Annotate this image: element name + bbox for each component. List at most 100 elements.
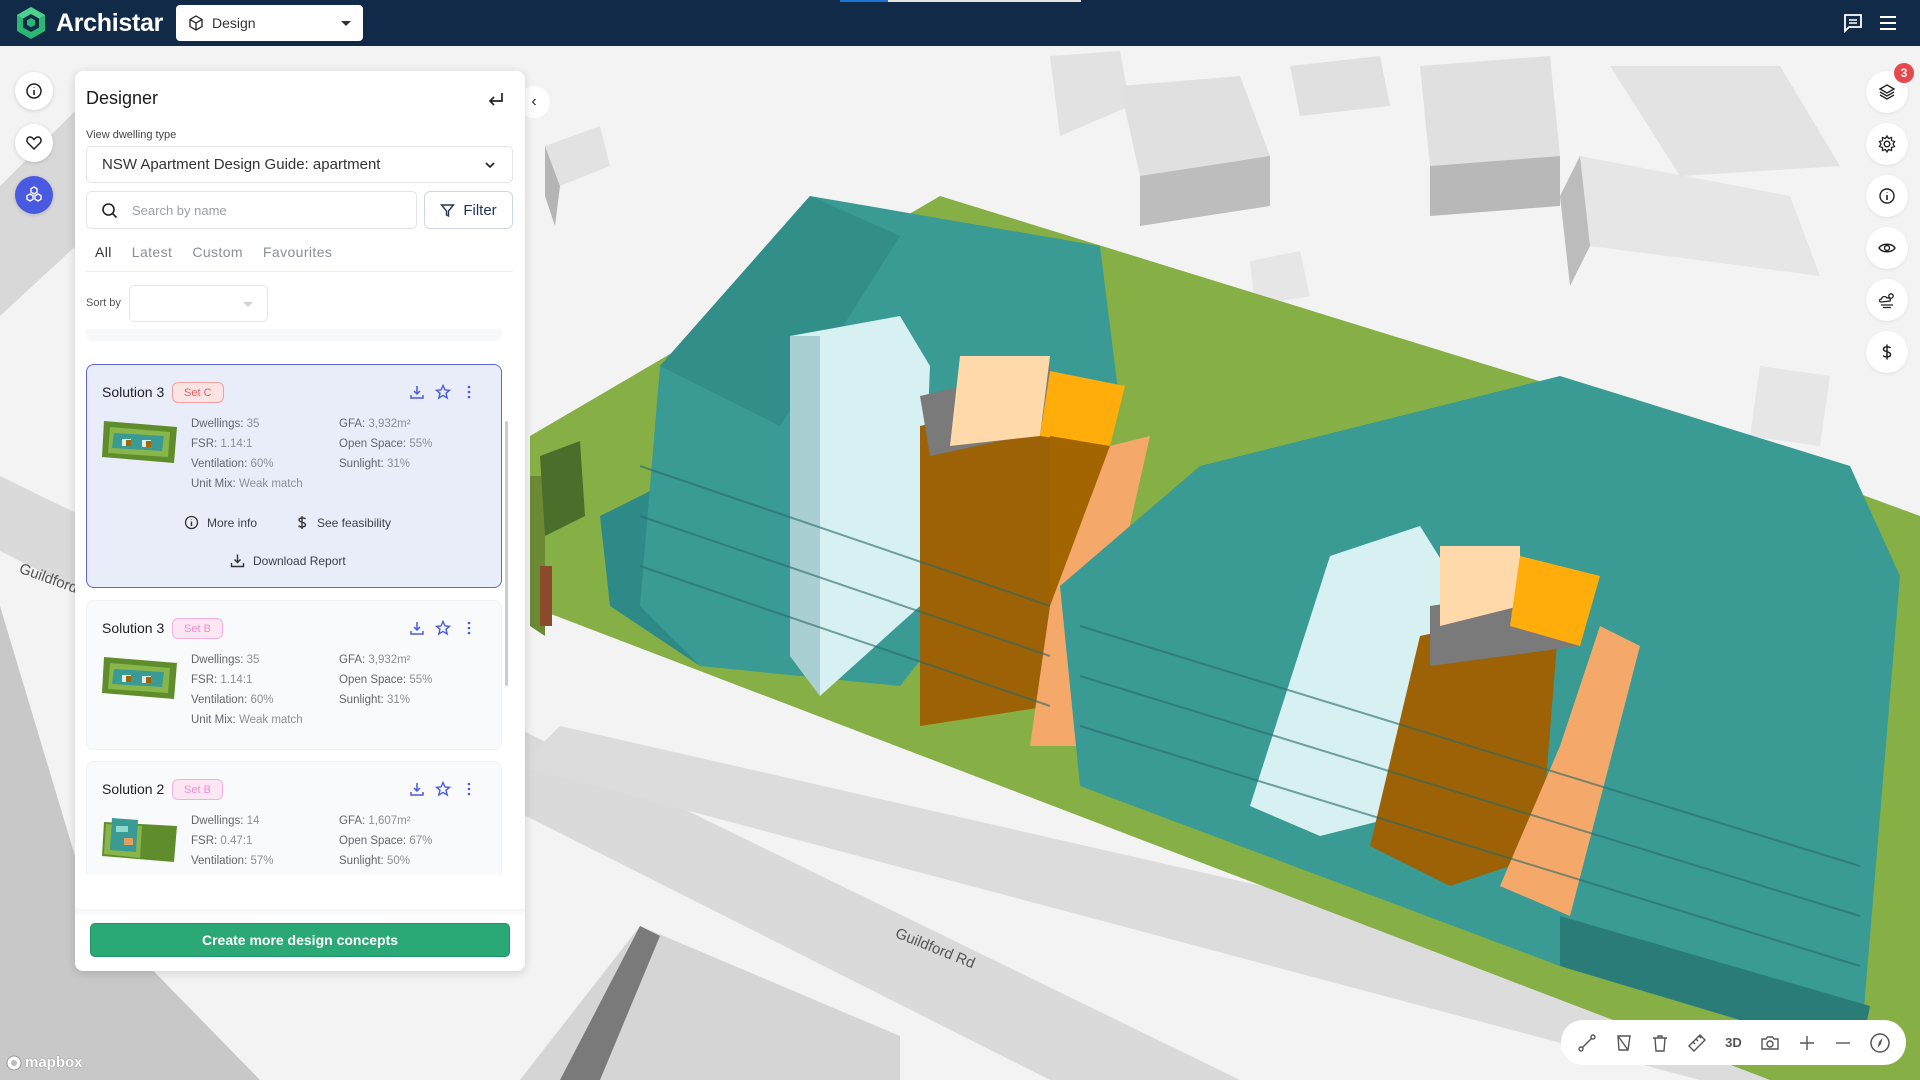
feasibility-button[interactable] — [1866, 331, 1908, 373]
ventilation-stat: Ventilation: 57% — [191, 855, 274, 867]
dollar-icon — [1882, 344, 1892, 360]
previous-card-edge — [86, 329, 502, 341]
star-icon[interactable] — [435, 620, 451, 636]
dwellings-stat: Dwellings: 14 — [191, 815, 260, 827]
mapbox-attribution[interactable]: mapbox — [6, 1054, 83, 1071]
dwelling-type-dropdown[interactable]: NSW Apartment Design Guide: apartment — [86, 146, 513, 183]
chat-icon[interactable] — [1842, 12, 1864, 34]
sort-dropdown[interactable] — [129, 285, 268, 322]
zoom-out-button[interactable] — [1830, 1030, 1856, 1056]
settings-button[interactable] — [1866, 123, 1908, 165]
fsr-stat: FSR: 1.14:1 — [191, 674, 253, 686]
more-info-link[interactable]: More info — [184, 515, 257, 530]
measure-button[interactable] — [1684, 1030, 1710, 1056]
sunlight-stat: Sunlight: 31% — [339, 458, 410, 470]
filter-label: Filter — [463, 201, 497, 219]
map-toolbar: 3D — [1561, 1020, 1906, 1065]
weather-button[interactable] — [1866, 279, 1908, 321]
solution-card[interactable]: Solution 2 Set B Dwellings: 14 FSR: 0.47… — [86, 761, 502, 875]
polygon-tool-icon — [1617, 1034, 1631, 1051]
solution-card[interactable]: Solution 3 Set C Dwellings: 35 FSR: 1.14… — [86, 364, 502, 588]
search-input[interactable] — [132, 202, 402, 218]
mode-dropdown[interactable]: Design — [176, 5, 363, 41]
favourites-rail-button[interactable] — [15, 124, 53, 162]
compass-icon — [1869, 1032, 1890, 1053]
set-badge: Set B — [172, 618, 223, 639]
filter-button[interactable]: Filter — [424, 191, 513, 229]
layers-button[interactable]: 3 — [1866, 63, 1914, 113]
sunlight-stat: Sunlight: 31% — [339, 694, 410, 706]
compass-button[interactable] — [1867, 1030, 1893, 1056]
tabs-divider — [86, 271, 513, 272]
download-icon — [230, 554, 245, 568]
solution-tabs: All Latest Custom Favourites — [95, 244, 352, 260]
solution-thumbnail — [102, 657, 177, 699]
download-icon[interactable] — [409, 384, 425, 400]
set-badge: Set C — [172, 382, 224, 403]
return-icon[interactable] — [485, 89, 507, 111]
unit-mix-stat: Unit Mix: Weak match — [191, 714, 303, 726]
open-space-stat: Open Space: 55% — [339, 674, 433, 686]
see-feasibility-link[interactable]: See feasibility — [295, 515, 391, 530]
star-icon[interactable] — [435, 384, 451, 400]
mode-dropdown-value: Design — [212, 15, 256, 31]
search-field[interactable] — [86, 191, 417, 229]
screenshot-button[interactable] — [1757, 1030, 1783, 1056]
solution-thumbnail — [102, 421, 177, 463]
more-options-icon[interactable] — [461, 620, 477, 636]
info-rail-button[interactable] — [15, 72, 53, 110]
fsr-stat: FSR: 1.14:1 — [191, 438, 253, 450]
solution-name: Solution 3 — [102, 620, 165, 636]
delete-button[interactable] — [1647, 1030, 1673, 1056]
line-tool-button[interactable] — [1574, 1030, 1600, 1056]
gear-icon — [1878, 134, 1896, 154]
star-icon[interactable] — [435, 781, 451, 797]
tab-custom[interactable]: Custom — [192, 244, 243, 260]
more-options-icon[interactable] — [461, 384, 477, 400]
mapbox-logo-icon — [6, 1055, 22, 1070]
list-scrollbar[interactable] — [505, 421, 508, 686]
sort-label: Sort by — [86, 297, 121, 309]
zoom-in-button[interactable] — [1794, 1030, 1820, 1056]
solution-card[interactable]: Solution 3 Set B Dwellings: 35 FSR: 1.14… — [86, 600, 502, 750]
panel-title: Designer — [86, 88, 159, 108]
more-options-icon[interactable] — [461, 781, 477, 797]
layers-icon — [1878, 84, 1896, 100]
tab-all[interactable]: All — [95, 244, 112, 260]
open-space-stat: Open Space: 67% — [339, 835, 433, 847]
dollar-icon — [298, 516, 307, 529]
3d-toggle-button[interactable]: 3D — [1720, 1030, 1746, 1056]
create-design-concepts-button[interactable]: Create more design concepts — [90, 923, 510, 957]
tab-favourites[interactable]: Favourites — [263, 244, 332, 260]
tab-latest[interactable]: Latest — [132, 244, 173, 260]
trash-icon — [1653, 1034, 1668, 1052]
zoom-out-icon — [1836, 1041, 1851, 1044]
zoom-in-icon — [1799, 1035, 1814, 1050]
download-icon[interactable] — [409, 620, 425, 636]
dwelling-type-value: NSW Apartment Design Guide: apartment — [102, 156, 381, 173]
sunlight-stat: Sunlight: 50% — [339, 855, 410, 867]
visibility-button[interactable] — [1866, 227, 1908, 269]
designer-rail-button[interactable] — [15, 176, 53, 214]
unit-mix-stat: Unit Mix: Weak match — [191, 478, 303, 490]
chevron-down-icon — [341, 20, 351, 26]
download-report-link[interactable]: Download Report — [230, 553, 346, 568]
info-icon — [184, 515, 199, 530]
fsr-stat: FSR: 0.47:1 — [191, 835, 253, 847]
solution-name: Solution 3 — [102, 384, 165, 400]
gfa-stat: GFA: 3,932m² — [339, 654, 411, 666]
ventilation-stat: Ventilation: 60% — [191, 694, 274, 706]
solution-name: Solution 2 — [102, 781, 165, 797]
info-icon — [1879, 188, 1895, 204]
info-button[interactable] — [1866, 175, 1908, 217]
chevron-left-icon: ‹ — [531, 93, 537, 110]
download-icon[interactable] — [409, 781, 425, 797]
cube-icon — [189, 15, 203, 31]
polygon-tool-button[interactable] — [1611, 1030, 1637, 1056]
open-space-stat: Open Space: 55% — [339, 438, 433, 450]
app-name: Archistar — [56, 8, 164, 37]
solutions-list: Solution 3 Set C Dwellings: 35 FSR: 1.14… — [86, 329, 518, 875]
hamburger-menu-icon[interactable] — [1877, 12, 1899, 34]
app-logo[interactable]: Archistar — [14, 6, 163, 40]
chevron-down-icon — [243, 302, 253, 307]
